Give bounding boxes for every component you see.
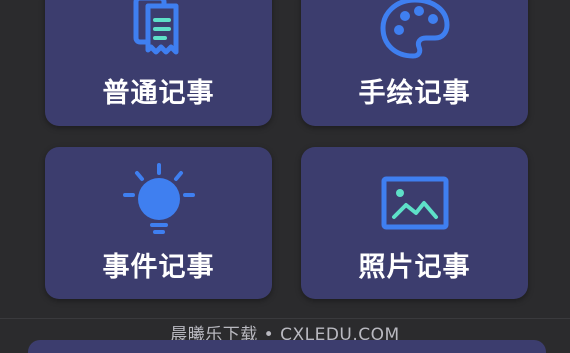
bottom-card-partial[interactable] [28, 340, 546, 353]
image-icon [381, 176, 448, 230]
normal-note-label: 普通记事 [102, 78, 215, 109]
palette-icon [380, 0, 449, 59]
note-type-screen: 普通记事 手绘记事 事件记事 照片记事 晨曦乐下载 • CXLEDU.COM [0, 0, 570, 353]
drawing-note-card[interactable]: 手绘记事 [301, 0, 528, 126]
photo-note-card[interactable]: 照片记事 [301, 147, 528, 299]
event-note-label: 事件记事 [102, 252, 215, 283]
drawing-note-label: 手绘记事 [358, 78, 471, 109]
lightbulb-icon [122, 163, 195, 234]
event-note-card[interactable]: 事件记事 [45, 147, 272, 299]
photo-note-label: 照片记事 [358, 252, 471, 283]
normal-note-card[interactable]: 普通记事 [45, 0, 272, 126]
divider [0, 318, 570, 319]
document-icon [133, 0, 178, 55]
